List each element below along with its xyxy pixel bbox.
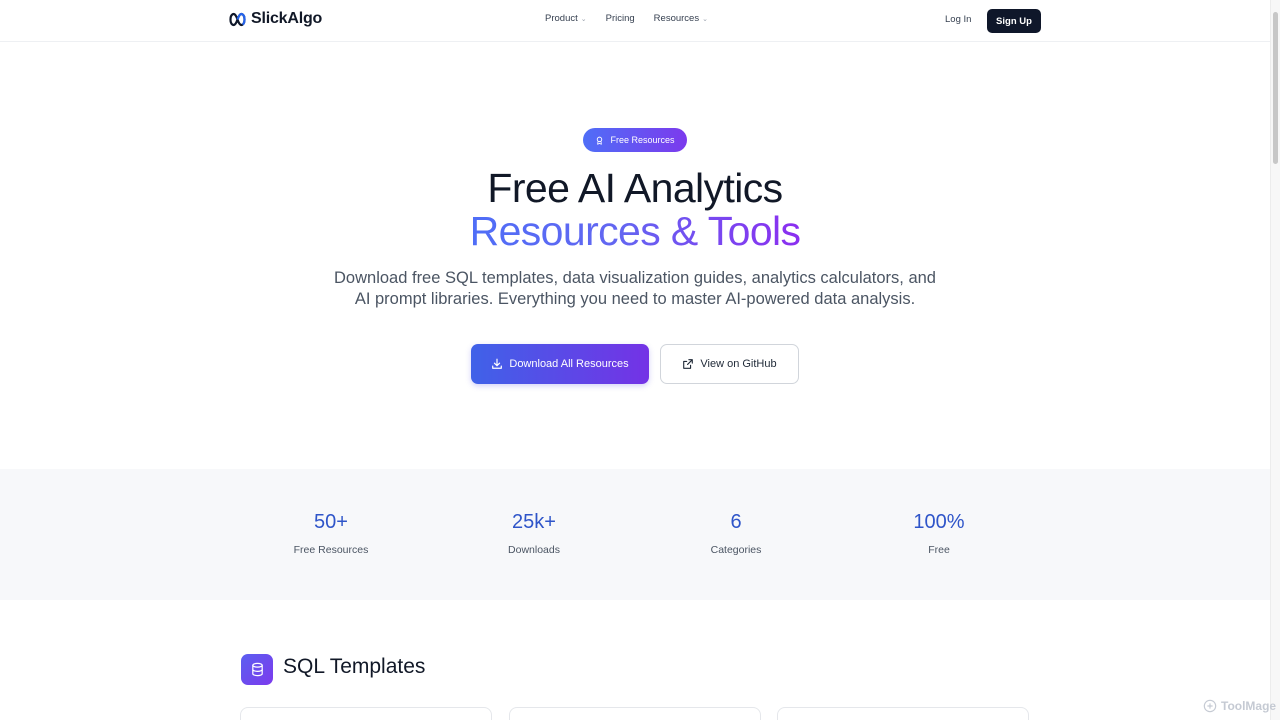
free-resources-badge: Free Resources — [583, 128, 687, 152]
award-icon — [597, 136, 603, 145]
database-icon — [251, 662, 263, 677]
stat-value: 100% — [913, 511, 965, 533]
resource-card[interactable] — [240, 707, 492, 720]
watermark-logo-icon — [1203, 699, 1217, 713]
nav-item-label: Pricing — [605, 13, 635, 24]
resource-card[interactable] — [777, 707, 1029, 720]
section-title: SQL Templates — [283, 655, 426, 678]
nav-item-product[interactable]: Product ⌄ — [545, 13, 587, 24]
nav-item-pricing[interactable]: Pricing — [606, 13, 635, 24]
download-all-label: Download All Resources — [509, 358, 629, 370]
stat-label: Categories — [710, 544, 762, 556]
stat-value: 25k+ — [512, 511, 556, 533]
view-github-label: View on GitHub — [700, 358, 777, 370]
badge-label: Free Resources — [610, 135, 675, 145]
stat-categories: 6 Categories — [666, 511, 806, 556]
database-icon-tile — [241, 654, 273, 685]
brand-name: SlickAlgo — [251, 10, 323, 27]
stat-free-resources: 50+ Free Resources — [261, 511, 401, 556]
nav-item-label: Product — [545, 13, 578, 24]
brand-logo-icon — [229, 12, 246, 26]
watermark-text: ToolMage — [1221, 699, 1277, 713]
scrollbar-thumb[interactable] — [1273, 12, 1278, 164]
external-link-icon — [683, 359, 694, 369]
download-icon — [492, 358, 503, 369]
stat-label: Free Resources — [293, 544, 369, 556]
hero-subtitle: Download free SQL templates, data visual… — [334, 269, 936, 308]
stat-value: 6 — [730, 511, 742, 533]
stat-free: 100% Free — [869, 511, 1009, 556]
page-scrollbar[interactable] — [1270, 0, 1280, 720]
hero-title: Free AI Analytics — [487, 165, 783, 211]
watermark: ToolMage — [1203, 699, 1276, 713]
stat-downloads: 25k+ Downloads — [464, 511, 604, 556]
signup-button[interactable]: Sign Up — [987, 9, 1041, 33]
chevron-down-icon: ⌄ — [580, 15, 587, 23]
stat-label: Downloads — [508, 544, 560, 556]
main-menu: Product ⌄ Pricing Resources ⌄ — [545, 13, 708, 24]
nav-item-label: Resources — [653, 13, 700, 24]
top-navigation: SlickAlgo Product ⌄ Pricing Resources ⌄ … — [0, 0, 1270, 42]
login-link[interactable]: Log In — [945, 14, 971, 25]
hero-title-highlight: Resources & Tools — [0, 208, 1270, 254]
stat-value: 50+ — [314, 511, 348, 533]
stat-label: Free — [928, 544, 950, 556]
stats-section: 50+ Free Resources 25k+ Downloads 6 Cate… — [0, 469, 1270, 600]
download-all-button[interactable]: Download All Resources — [471, 344, 649, 384]
view-github-button[interactable]: View on GitHub — [660, 344, 799, 384]
hero-title-gradient-text: Resources & Tools — [469, 208, 801, 254]
resource-card[interactable] — [509, 707, 761, 720]
chevron-down-icon: ⌄ — [702, 15, 708, 23]
brand-logo[interactable]: SlickAlgo — [229, 10, 322, 28]
nav-item-resources[interactable]: Resources ⌄ — [654, 13, 708, 24]
